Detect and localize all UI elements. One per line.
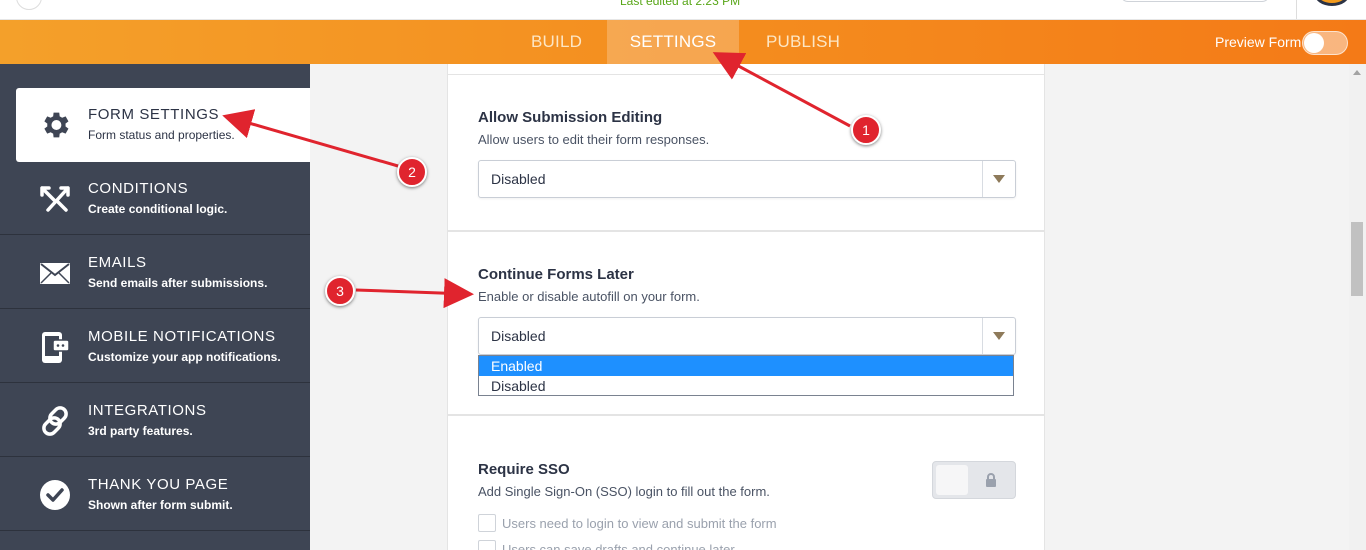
sidebar-item-desc: Form status and properties. [88,128,235,142]
option-disabled[interactable]: Disabled [479,376,1013,396]
select-value: Disabled [491,171,546,187]
page-scrollbar[interactable] [1349,64,1366,550]
tab-settings[interactable]: SETTINGS [607,20,739,64]
select-separator [982,318,983,354]
sidebar-item-title: THANK YOU PAGE [88,476,229,493]
link-icon [42,406,68,436]
mobile-icon [42,332,70,363]
scroll-up-icon[interactable] [1353,70,1361,75]
toggle-knob [1304,33,1324,53]
sidebar-item-mobile-notifications[interactable]: MOBILE NOTIFICATIONS Customize your app … [0,310,310,383]
sidebar-item-desc: 3rd party features. [88,424,193,438]
lock-icon [986,473,996,487]
gear-icon [44,112,69,138]
require-sso-desc: Add Single Sign-On (SSO) login to fill o… [478,484,770,499]
envelope-icon [40,263,70,284]
sidebar-item-desc: Customize your app notifications. [88,350,281,364]
submission-editing-select[interactable]: Disabled [478,160,1016,198]
tab-publish[interactable]: PUBLISH [766,20,840,64]
require-sso-toggle[interactable] [932,461,1016,499]
preview-form-toggle[interactable] [1302,31,1348,55]
sidebar-item-desc: Create conditional logic. [88,202,228,216]
chevron-down-icon [993,175,1005,183]
require-sso-card: Require SSO Add Single Sign-On (SSO) log… [447,415,1045,550]
sidebar-item-desc: Send emails after submissions. [88,276,268,290]
header-button[interactable] [1120,0,1270,2]
toggle-knob [936,465,968,495]
sidebar-item-conditions[interactable]: CONDITIONS Create conditional logic. [0,162,310,235]
chevron-down-icon [993,332,1005,340]
preview-form-label: Preview Form [1215,34,1302,50]
select-value: Disabled [491,328,546,344]
sidebar-item-integrations[interactable]: INTEGRATIONS 3rd party features. [0,384,310,457]
require-sso-title: Require SSO [478,461,570,478]
check-circle-icon [40,480,70,510]
save-drafts-checkbox[interactable] [478,540,496,550]
login-to-view-checkbox[interactable] [478,514,496,532]
submission-editing-card: Allow Submission Editing Allow users to … [447,74,1045,231]
builder-nav: BUILD SETTINGS PUBLISH Preview Form [0,20,1366,64]
sidebar-item-emails[interactable]: EMAILS Send emails after submissions. [0,236,310,309]
user-avatar[interactable] [1314,0,1350,6]
scrollbar-thumb[interactable] [1351,222,1363,296]
settings-sidebar: FORM SETTINGS Form status and properties… [0,64,310,550]
save-drafts-label: Users can save drafts and continue later [502,542,735,550]
sidebar-item-desc: Shown after form submit. [88,498,233,512]
submission-editing-desc: Allow users to edit their form responses… [478,132,710,147]
submission-editing-title: Allow Submission Editing [478,109,663,126]
tab-build[interactable]: BUILD [531,20,582,64]
continue-forms-later-title: Continue Forms Later [478,266,634,283]
sidebar-item-title: EMAILS [88,254,147,271]
sidebar-item-thank-you-page[interactable]: THANK YOU PAGE Shown after form submit. [0,458,310,531]
login-to-view-label: Users need to login to view and submit t… [502,516,777,531]
header-divider [1296,0,1297,19]
continue-forms-later-options: Enabled Disabled [478,355,1014,396]
conditions-icon [40,186,70,212]
sidebar-item-title: CONDITIONS [88,180,189,197]
annotation-badge-1: 1 [851,115,881,145]
sidebar-item-title: INTEGRATIONS [88,402,207,419]
option-enabled[interactable]: Enabled [479,356,1013,376]
sidebar-item-title: FORM SETTINGS [88,106,220,123]
sidebar-item-form-settings[interactable]: FORM SETTINGS Form status and properties… [16,88,310,162]
sidebar-item-title: MOBILE NOTIFICATIONS [88,328,276,345]
select-separator [982,161,983,197]
continue-forms-later-desc: Enable or disable autofill on your form. [478,289,700,304]
top-bar: Last edited at 2:23 PM [0,0,1366,20]
last-edited-text: Last edited at 2:23 PM [620,0,741,8]
annotation-badge-3: 3 [325,276,355,306]
annotation-badge-2: 2 [397,157,427,187]
app-logo[interactable] [16,0,42,10]
continue-forms-later-select[interactable]: Disabled [478,317,1016,355]
